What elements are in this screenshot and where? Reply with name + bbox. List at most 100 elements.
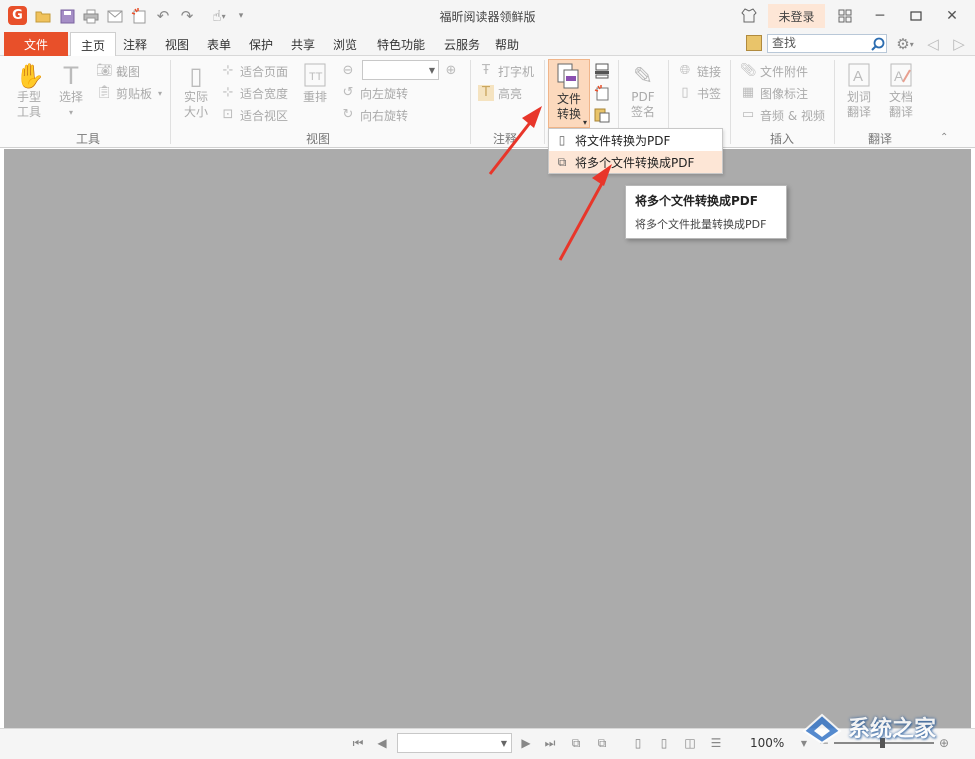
fit-visible-icon: ⊡ [222,107,234,122]
hand-tool-button[interactable]: ✋ 手型 工具 [11,62,47,128]
search-icon[interactable] [870,35,886,52]
group-label-translate: 翻译 [867,132,892,146]
typewriter-button[interactable]: Ŧ 打字机 [478,62,534,80]
select-tool-button[interactable]: T 选择 ▾ [53,62,89,128]
tab-features[interactable]: 特色功能 [370,32,432,56]
watermark: 系统之家 [800,704,936,750]
search-input[interactable]: 查找 [767,34,887,53]
file-attachment-button[interactable]: 📎︎ 文件附件 [740,62,808,80]
redo-icon[interactable]: ↷ [178,7,196,25]
zoom-in-small-icon[interactable]: ⊕ [936,735,952,751]
svg-text:TT: TT [309,71,323,83]
minimize-button[interactable]: ─ [867,5,893,27]
rotate-left-icon: ↺ [342,85,354,100]
email-icon[interactable] [106,7,124,25]
word-translate-button[interactable]: A 划词 翻译 [841,62,877,128]
fit-page-button[interactable]: ⊹ 适合页面 [220,62,288,80]
new-document-icon[interactable] [130,7,148,25]
doc-translate-button[interactable]: A 文档 翻译 [883,62,919,128]
app-logo-icon[interactable]: G [8,6,27,25]
close-button[interactable]: ✕ [939,5,965,27]
single-page-icon[interactable]: ▯ [630,735,646,751]
chevron-down-icon[interactable]: ▼ [498,735,510,751]
page-number-input[interactable] [397,733,512,753]
actual-size-button[interactable]: ▯ 实际 大小 [178,62,214,128]
undo-icon[interactable]: ↶ [154,7,172,25]
chevron-down-icon[interactable]: ▼ [426,62,438,78]
save-icon[interactable] [58,7,76,25]
continuous-facing-icon[interactable]: ☰ [708,735,724,751]
zoom-level[interactable]: 100% [750,736,784,750]
camera-icon: 📷︎ [96,63,113,78]
group-label-tools: 工具 [75,132,100,146]
attachment-icon: 📎︎ [740,63,757,78]
prev-page-icon[interactable]: ◀ [374,735,390,751]
print-icon[interactable] [82,7,100,25]
tab-browse[interactable]: 浏览 [328,32,362,56]
chevron-down-icon: ▾ [68,108,73,117]
rotate-right-icon: ↻ [342,107,354,122]
continuous-page-icon[interactable]: ▯ [656,735,672,751]
tab-form[interactable]: 表单 [202,32,236,56]
maximize-button[interactable] [903,5,929,27]
tab-comment[interactable]: 注释 [118,32,152,56]
watermark-logo-icon [802,713,842,745]
word-translate-icon: A [845,62,873,90]
actual-size-icon: ▯ [189,62,203,90]
facing-page-icon[interactable]: ◫ [682,735,698,751]
zoom-in-icon[interactable]: ⊕ [443,62,463,80]
login-button[interactable]: 未登录 [768,4,825,28]
group-label-insert: 插入 [769,132,794,146]
group-separator [730,60,731,144]
next-page-icon[interactable]: ▶ [518,735,534,751]
file-convert-icon [554,62,584,92]
clipboard-button[interactable]: 📋︎ 剪贴板 ▾ [96,84,162,102]
settings-gear-icon[interactable]: ⚙ ▾ [892,35,918,53]
page-back-icon[interactable]: ⧉ [568,735,584,751]
tab-view[interactable]: 视图 [160,32,194,56]
customize-toolbar-icon[interactable]: ▾ [232,7,250,25]
tab-share[interactable]: 共享 [286,32,320,56]
tab-help[interactable]: 帮助 [490,32,524,56]
group-separator [834,60,835,144]
layout-grid-icon[interactable] [836,7,854,25]
hand-pointer-dropdown-icon[interactable]: ☝ ▾ [204,7,234,25]
page-forward-icon[interactable]: ⧉ [594,735,610,751]
screenshot-button[interactable]: 📷︎ 截图 [96,62,140,80]
tab-cloud[interactable]: 云服务 [438,32,486,56]
bookmark-button[interactable]: ▯ 书签 [677,84,721,102]
rotate-right-button[interactable]: ↻ 向右旋转 [340,106,408,124]
fit-width-button[interactable]: ⊹ 适合宽度 [220,84,288,102]
image-annotation-button[interactable]: ▦ 图像标注 [740,84,808,102]
hand-icon: ✋ [15,62,45,90]
file-menu-tab[interactable]: 文件 [4,32,68,56]
chevron-down-icon: ▾ [158,88,163,98]
reflow-button[interactable]: TT 重排 [297,62,333,128]
film-icon: ▭ [741,107,755,122]
pen-sign-icon: ✎ [632,62,654,90]
tab-home[interactable]: 主页 [70,32,116,57]
ribbon-next-icon[interactable]: ▷ [950,35,968,53]
collapse-ribbon-icon[interactable]: ⌃ [940,132,948,143]
open-folder-icon[interactable] [34,7,52,25]
rotate-left-button[interactable]: ↺ 向左旋转 [340,84,408,102]
zoom-out-icon[interactable]: ⊖ [340,62,360,80]
group-label-view: 视图 [305,132,330,146]
tab-protect[interactable]: 保护 [244,32,278,56]
shirt-skin-icon[interactable] [740,6,758,24]
svg-text:A: A [853,68,863,85]
bookmark-icon: ▯ [681,85,689,100]
fit-visible-button[interactable]: ⊡ 适合视区 [220,106,288,124]
audio-video-button[interactable]: ▭ 音频 & 视频 [740,106,825,124]
search-folder-icon[interactable] [746,35,762,51]
text-select-icon: T [63,62,79,90]
first-page-icon[interactable]: ⏮︎ [350,735,366,751]
clipboard-icon: 📋︎ [96,85,113,100]
group-separator [170,60,171,144]
link-button[interactable]: 🌐︎ 链接 [677,62,721,80]
last-page-icon[interactable]: ⏭︎ [542,735,558,751]
scanner-icon[interactable] [594,62,610,80]
ribbon-prev-icon[interactable]: ◁ [924,35,942,53]
doc-translate-icon: A [887,62,915,90]
annotation-arrows [488,106,612,261]
